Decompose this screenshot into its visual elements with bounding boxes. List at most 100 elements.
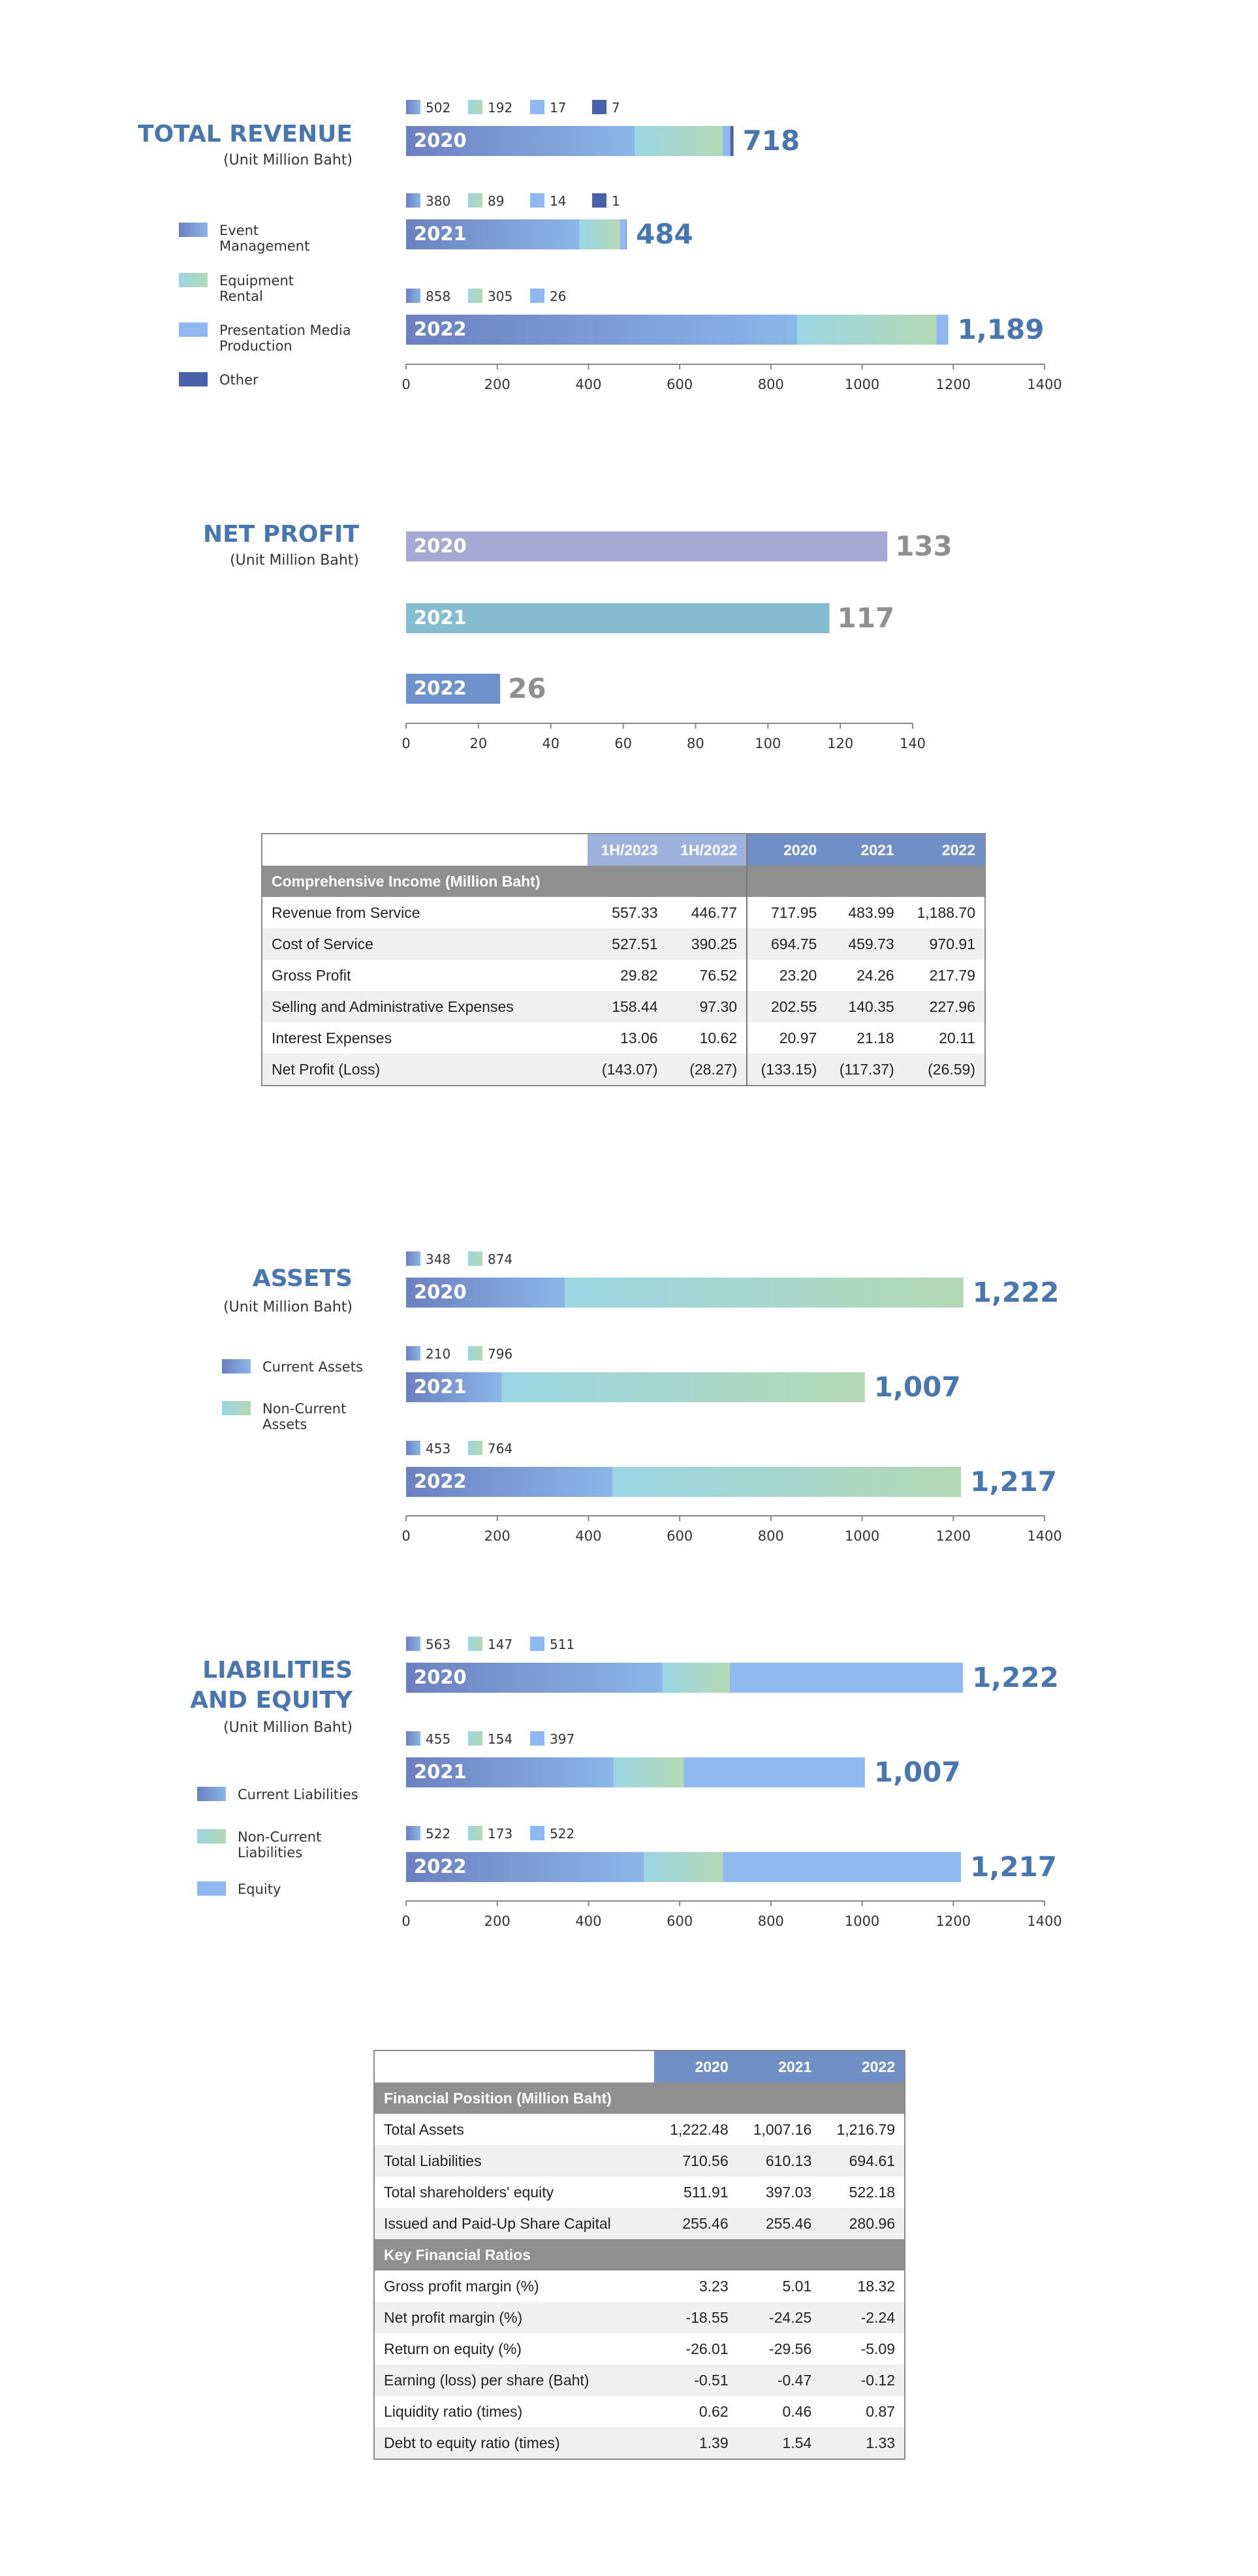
- table-cell: 717.95: [746, 897, 826, 928]
- table-row: Issued and Paid-Up Share Capital 255.46 25…: [374, 2208, 905, 2239]
- x-tick-label: 120: [827, 736, 853, 751]
- table-row: Gross Profit 29.82 76.52 23.20 24.26 217.79: [262, 960, 985, 991]
- segment-key-icon: [406, 1731, 420, 1746]
- row-label: Net profit margin (%): [374, 2302, 654, 2333]
- table-cell: 1,188.70: [917, 903, 975, 921]
- table-cell: 29.82: [620, 966, 658, 984]
- table-row: Net profit margin (%) -18.55 -24.25 -2.24: [374, 2302, 905, 2333]
- segment-key-icon: [530, 1731, 544, 1746]
- table-section-title: Financial Position (Million Baht): [374, 2082, 905, 2114]
- x-tick-label: 140: [900, 736, 926, 751]
- bar-value-label: 117: [838, 602, 895, 634]
- table-cell: 280.96: [821, 2208, 905, 2239]
- x-tick-label: 60: [614, 736, 632, 751]
- segment-key-icon: [468, 1346, 482, 1360]
- bar-year-label: 2020: [414, 129, 467, 151]
- x-tick-label: 1000: [845, 1913, 879, 1929]
- segment-value-label: 192: [488, 100, 512, 116]
- bar-segment: [635, 126, 723, 156]
- bar-segment: [579, 219, 620, 249]
- bar-year-label: 2021: [414, 606, 467, 629]
- table-cell: 76.52: [699, 966, 738, 984]
- table-cell: 1.33: [821, 2427, 905, 2459]
- segment-key-icon: [530, 193, 544, 208]
- table-cell: 10.62: [699, 1029, 738, 1046]
- x-tick-label: 1400: [1027, 377, 1061, 392]
- bar-year-label: 2021: [414, 1761, 467, 1783]
- segment-key-icon: [530, 100, 544, 114]
- segment-value-label: 511: [550, 1637, 574, 1652]
- row-label: Debt to equity ratio (times): [374, 2427, 654, 2459]
- table-column-header: 2020: [654, 2050, 738, 2082]
- bar-segment: [644, 1852, 723, 1882]
- table-cell: 446.77: [691, 903, 738, 921]
- table-cell: -26.01: [685, 2340, 729, 2357]
- table-cell: 3.23: [699, 2277, 729, 2295]
- bar-segment: [613, 1757, 684, 1787]
- table-cell: -29.56: [769, 2340, 812, 2357]
- bar-segment: [626, 219, 627, 249]
- table-cell: 0.46: [782, 2402, 812, 2420]
- x-tick-label: 0: [401, 736, 410, 751]
- table-cell: (26.59): [903, 1054, 985, 1086]
- bar-total-label: 718: [743, 125, 800, 157]
- bar-total-label: 484: [636, 218, 693, 250]
- table-cell: 557.33: [612, 903, 658, 921]
- bar-total-label: 1,189: [958, 313, 1045, 345]
- segment-key-icon: [530, 289, 544, 303]
- table-row: Revenue from Service 557.33 446.77 717.95 48…: [262, 897, 985, 928]
- table-cell: 1,216.79: [836, 2120, 895, 2138]
- bar-segment: [722, 126, 731, 156]
- x-tick-label: 200: [484, 1528, 511, 1544]
- table-cell: 970.91: [903, 928, 985, 960]
- table-column-header: 2021: [737, 2050, 821, 2082]
- table-cell: 18.32: [857, 2277, 895, 2295]
- table-row: Total Assets 1,222.48 1,007.16 1,216.79: [374, 2114, 905, 2145]
- segment-value-label: 305: [488, 289, 512, 304]
- table-row: Return on equity (%) -26.01 -29.56 -5.09: [374, 2333, 905, 2364]
- segment-value-label: 348: [426, 1251, 450, 1267]
- segment-key-icon: [468, 1441, 482, 1455]
- segment-value-label: 397: [550, 1731, 574, 1747]
- bar-segment: [723, 1852, 962, 1882]
- bar-value-label: 133: [895, 530, 952, 562]
- table-section-filler: [746, 866, 985, 897]
- x-tick-label: 800: [758, 377, 784, 392]
- x-tick-label: 600: [667, 1913, 693, 1929]
- table-header-row: 1H/2023 1H/2022 2020 2021 2022: [262, 834, 985, 866]
- row-label: Selling and Administrative Expenses: [262, 991, 588, 1022]
- row-label: Interest Expenses: [272, 1029, 392, 1046]
- segment-value-label: 7: [612, 100, 620, 116]
- segment-key-icon: [592, 100, 606, 114]
- table-cell: 255.46: [654, 2208, 738, 2239]
- segment-key-icon: [530, 1637, 544, 1651]
- table-cell: 522.18: [849, 2183, 895, 2201]
- segment-value-label: 796: [488, 1346, 512, 1362]
- table-row: Interest Expenses 13.06 10.62 20.97 21.18 20.…: [262, 1022, 985, 1054]
- liabilities-chart: 563 147 511 2020 1,222 455 154 397 2021 1,007 522 1…: [401, 1637, 1062, 1929]
- bar-total-label: 1,217: [970, 1466, 1057, 1498]
- row-label: Total Assets: [384, 2120, 464, 2138]
- row-label: Cost of Service: [262, 928, 588, 960]
- x-tick-label: 1400: [1027, 1528, 1061, 1544]
- table-column-header: 1H/2022: [667, 834, 747, 866]
- table-header-blank: [374, 2050, 654, 2082]
- table-cell: -0.51: [654, 2364, 738, 2396]
- bar-total-label: 1,007: [874, 1756, 961, 1788]
- segment-value-label: 26: [550, 289, 566, 304]
- segment-value-label: 14: [550, 193, 566, 209]
- table-cell: 217.79: [929, 966, 975, 984]
- segment-key-icon: [406, 193, 420, 208]
- x-tick-label: 100: [755, 736, 781, 751]
- table-column-header: 2021: [826, 834, 904, 866]
- row-label: Revenue from Service: [272, 903, 420, 921]
- table-cell: 5.01: [782, 2277, 812, 2295]
- bar-year-label: 2021: [414, 223, 467, 245]
- segment-value-label: 210: [426, 1346, 450, 1362]
- table-row: Gross profit margin (%) 3.23 5.01 18.32: [374, 2270, 905, 2302]
- segment-value-label: 455: [426, 1731, 450, 1747]
- row-label: Total Liabilities: [374, 2145, 654, 2176]
- table-cell: 1,222.48: [670, 2120, 729, 2138]
- x-tick-label: 1400: [1027, 1913, 1061, 1929]
- segment-value-label: 563: [426, 1637, 450, 1652]
